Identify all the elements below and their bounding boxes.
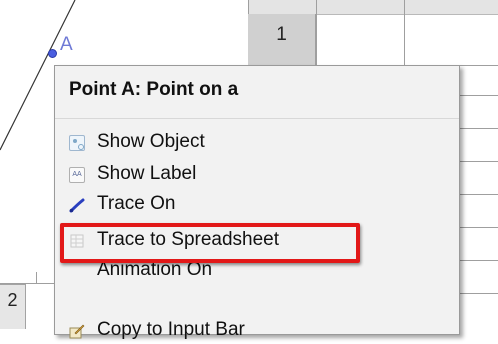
gridline [460, 95, 498, 96]
show-object-icon [69, 135, 85, 151]
menu-item-label: Show Label [97, 163, 197, 184]
gridline [460, 227, 498, 228]
gridline [404, 0, 405, 66]
gridline [460, 161, 498, 162]
menu-item-show-object[interactable]: Show Object [55, 130, 459, 154]
context-menu: Point A: Point on a Show Object AA Show … [54, 65, 460, 340]
spreadsheet-column-header-row [248, 0, 498, 15]
gridline [316, 0, 317, 66]
menu-item-trace-on[interactable]: Trace On [55, 192, 459, 216]
point-a-label: A [60, 34, 73, 55]
highlight-annotation-box [60, 223, 360, 263]
menu-item-copy-to-input-bar[interactable]: Copy to Input Bar [55, 318, 459, 342]
spreadsheet-column-1-header[interactable]: 1 [248, 14, 316, 66]
copy-pencil-icon [69, 323, 85, 339]
trace-pen-icon [69, 197, 85, 213]
geogebra-window: A 1 2 Point A: Point on a Show Object AA… [0, 0, 498, 340]
menu-separator [55, 118, 459, 119]
point-a[interactable] [48, 49, 57, 58]
gridline [36, 272, 37, 284]
spreadsheet-row-2-header[interactable]: 2 [0, 284, 26, 329]
menu-title: Point A: Point on a [69, 79, 239, 100]
menu-item-show-label[interactable]: AA Show Label [55, 162, 459, 186]
row-header-label: 2 [7, 290, 18, 310]
gridline [460, 194, 498, 195]
gridline [460, 260, 498, 261]
menu-item-label: Show Object [97, 131, 205, 152]
menu-item-label: Trace On [97, 193, 176, 214]
gridline [460, 293, 498, 294]
show-label-icon: AA [69, 167, 85, 183]
column-header-label: 1 [276, 24, 287, 45]
menu-item-label: Copy to Input Bar [97, 319, 245, 340]
gridline [460, 128, 498, 129]
